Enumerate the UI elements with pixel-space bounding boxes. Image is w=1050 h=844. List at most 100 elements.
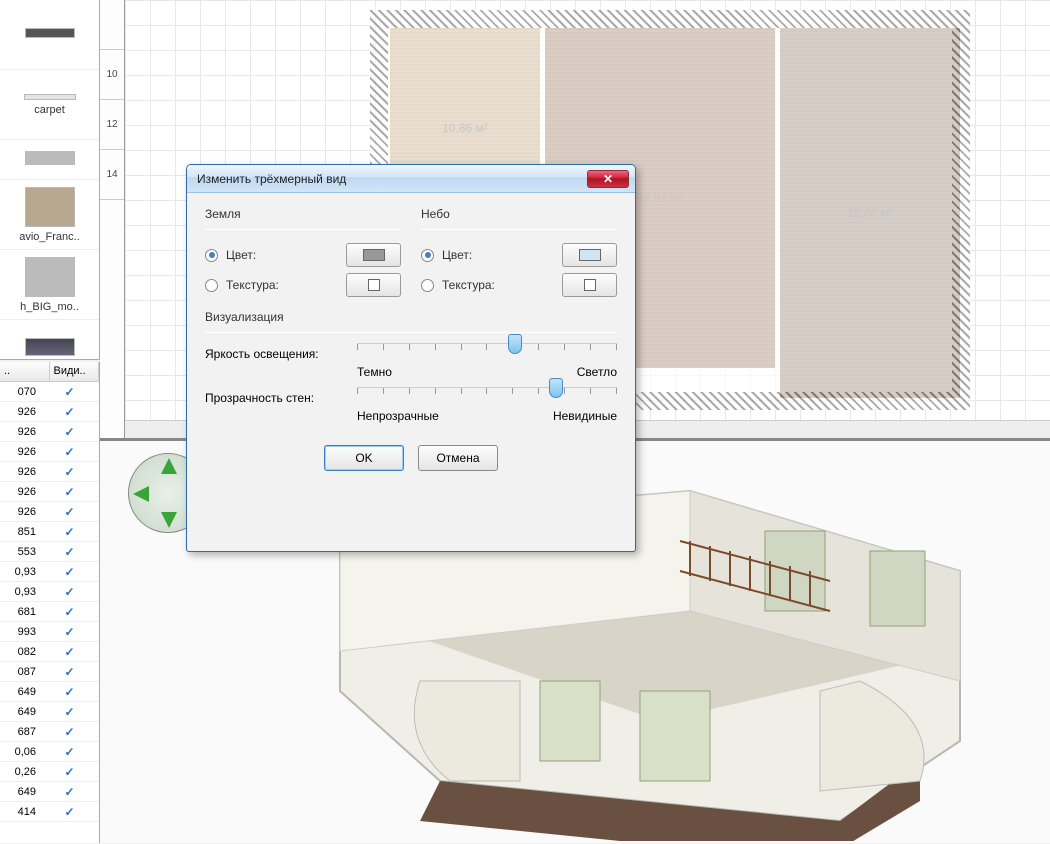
check-icon: ✓ bbox=[64, 805, 74, 819]
table-cell-visible[interactable]: ✓ bbox=[40, 505, 99, 519]
table-cell-visible[interactable]: ✓ bbox=[40, 625, 99, 639]
table-cell-visible[interactable]: ✓ bbox=[40, 385, 99, 399]
table-row[interactable]: 681✓ bbox=[0, 602, 99, 622]
table-row[interactable]: 414✓ bbox=[0, 802, 99, 822]
sky-color-button[interactable] bbox=[562, 243, 617, 267]
table-row[interactable]: 649✓ bbox=[0, 682, 99, 702]
furniture-data-table: .. Види.. 070✓926✓926✓926✓926✓926✓926✓85… bbox=[0, 362, 100, 843]
table-cell-visible[interactable]: ✓ bbox=[40, 725, 99, 739]
table-row[interactable]: 926✓ bbox=[0, 502, 99, 522]
nav-down-icon[interactable] bbox=[161, 512, 177, 528]
catalog-item[interactable]: UPIO_671.. bbox=[0, 320, 99, 360]
table-cell-visible[interactable]: ✓ bbox=[40, 665, 99, 679]
table-cell-visible[interactable]: ✓ bbox=[40, 585, 99, 599]
room-area-label: 16,66 м² bbox=[847, 206, 893, 220]
brightness-thumb[interactable] bbox=[508, 334, 522, 354]
catalog-item[interactable] bbox=[0, 0, 99, 70]
table-cell-visible[interactable]: ✓ bbox=[40, 805, 99, 819]
brightness-slider[interactable] bbox=[357, 343, 617, 363]
group-label-visualization: Визуализация bbox=[205, 310, 617, 324]
table-row[interactable]: 087✓ bbox=[0, 662, 99, 682]
table-cell-visible[interactable]: ✓ bbox=[40, 645, 99, 659]
table-cell-visible[interactable]: ✓ bbox=[40, 445, 99, 459]
sky-color-radio[interactable] bbox=[421, 249, 434, 262]
table-row[interactable]: 993✓ bbox=[0, 622, 99, 642]
table-header-col1[interactable]: .. bbox=[0, 362, 50, 381]
table-row[interactable]: 649✓ bbox=[0, 782, 99, 802]
table-row[interactable]: 0,06✓ bbox=[0, 742, 99, 762]
table-cell-value: 926 bbox=[0, 406, 40, 418]
table-row[interactable]: 926✓ bbox=[0, 482, 99, 502]
check-icon: ✓ bbox=[64, 625, 74, 639]
slider-ticks bbox=[357, 344, 617, 350]
room-3[interactable]: 16,66 м² bbox=[780, 28, 960, 398]
ruler-tick: 12 bbox=[100, 100, 124, 150]
table-row[interactable]: 070✓ bbox=[0, 382, 99, 402]
earth-color-button[interactable] bbox=[346, 243, 401, 267]
table-cell-visible[interactable]: ✓ bbox=[40, 545, 99, 559]
table-row[interactable]: 851✓ bbox=[0, 522, 99, 542]
table-cell-visible[interactable]: ✓ bbox=[40, 765, 99, 779]
opacity-label: Прозрачность стен: bbox=[205, 387, 345, 405]
table-row[interactable]: 082✓ bbox=[0, 642, 99, 662]
opacity-slider[interactable] bbox=[357, 387, 617, 407]
texture-icon bbox=[368, 279, 380, 291]
earth-texture-radio[interactable] bbox=[205, 279, 218, 292]
table-row[interactable]: 926✓ bbox=[0, 442, 99, 462]
check-icon: ✓ bbox=[64, 385, 74, 399]
brightness-label: Яркость освещения: bbox=[205, 343, 345, 361]
table-row[interactable]: 649✓ bbox=[0, 702, 99, 722]
table-cell-value: 649 bbox=[0, 686, 40, 698]
table-cell-visible[interactable]: ✓ bbox=[40, 705, 99, 719]
catalog-item[interactable] bbox=[0, 140, 99, 180]
table-cell-visible[interactable]: ✓ bbox=[40, 565, 99, 579]
table-cell-visible[interactable]: ✓ bbox=[40, 605, 99, 619]
ruler-tick: 10 bbox=[100, 50, 124, 100]
table-row[interactable]: 553✓ bbox=[0, 542, 99, 562]
table-row[interactable]: 0,93✓ bbox=[0, 562, 99, 582]
separator bbox=[421, 229, 617, 230]
table-row[interactable]: 926✓ bbox=[0, 462, 99, 482]
furniture-catalog: carpet avio_Franc.. h_BIG_mo.. UPIO_671.… bbox=[0, 0, 100, 360]
color-swatch bbox=[363, 249, 385, 261]
catalog-thumb bbox=[25, 257, 75, 297]
earth-color-radio[interactable] bbox=[205, 249, 218, 262]
close-icon[interactable]: ✕ bbox=[587, 170, 629, 188]
ruler-tick bbox=[100, 0, 124, 50]
table-cell-visible[interactable]: ✓ bbox=[40, 465, 99, 479]
opacity-thumb[interactable] bbox=[549, 378, 563, 398]
check-icon: ✓ bbox=[64, 785, 74, 799]
table-cell-visible[interactable]: ✓ bbox=[40, 685, 99, 699]
sky-texture-radio[interactable] bbox=[421, 279, 434, 292]
dialog-titlebar[interactable]: Изменить трёхмерный вид ✕ bbox=[187, 165, 635, 193]
table-row[interactable]: 687✓ bbox=[0, 722, 99, 742]
table-row[interactable]: 926✓ bbox=[0, 422, 99, 442]
catalog-item[interactable]: h_BIG_mo.. bbox=[0, 250, 99, 320]
earth-color-label: Цвет: bbox=[226, 248, 338, 262]
nav-up-icon[interactable] bbox=[161, 458, 177, 474]
table-row[interactable]: 926✓ bbox=[0, 402, 99, 422]
table-cell-value: 0,93 bbox=[0, 566, 40, 578]
visualization-group: Визуализация Яркость освещения: Темно bbox=[205, 310, 617, 423]
table-cell-visible[interactable]: ✓ bbox=[40, 525, 99, 539]
brightness-min-label: Темно bbox=[357, 365, 392, 379]
table-cell-visible[interactable]: ✓ bbox=[40, 425, 99, 439]
catalog-item[interactable]: avio_Franc.. bbox=[0, 180, 99, 250]
table-cell-visible[interactable]: ✓ bbox=[40, 745, 99, 759]
sky-texture-button[interactable] bbox=[562, 273, 617, 297]
table-row[interactable]: 0,26✓ bbox=[0, 762, 99, 782]
check-icon: ✓ bbox=[64, 705, 74, 719]
table-cell-visible[interactable]: ✓ bbox=[40, 405, 99, 419]
earth-texture-button[interactable] bbox=[346, 273, 401, 297]
table-cell-visible[interactable]: ✓ bbox=[40, 485, 99, 499]
table-header-col2[interactable]: Види.. bbox=[50, 362, 100, 381]
table-body[interactable]: 070✓926✓926✓926✓926✓926✓926✓851✓553✓0,93… bbox=[0, 382, 99, 843]
nav-left-icon[interactable] bbox=[133, 486, 149, 502]
ok-button[interactable]: OK bbox=[324, 445, 404, 471]
catalog-item[interactable]: carpet bbox=[0, 70, 99, 140]
table-row[interactable]: 0,93✓ bbox=[0, 582, 99, 602]
opacity-max-label: Невидиные bbox=[553, 409, 617, 423]
table-cell-value: 0,06 bbox=[0, 746, 40, 758]
cancel-button[interactable]: Отмена bbox=[418, 445, 498, 471]
table-cell-visible[interactable]: ✓ bbox=[40, 785, 99, 799]
